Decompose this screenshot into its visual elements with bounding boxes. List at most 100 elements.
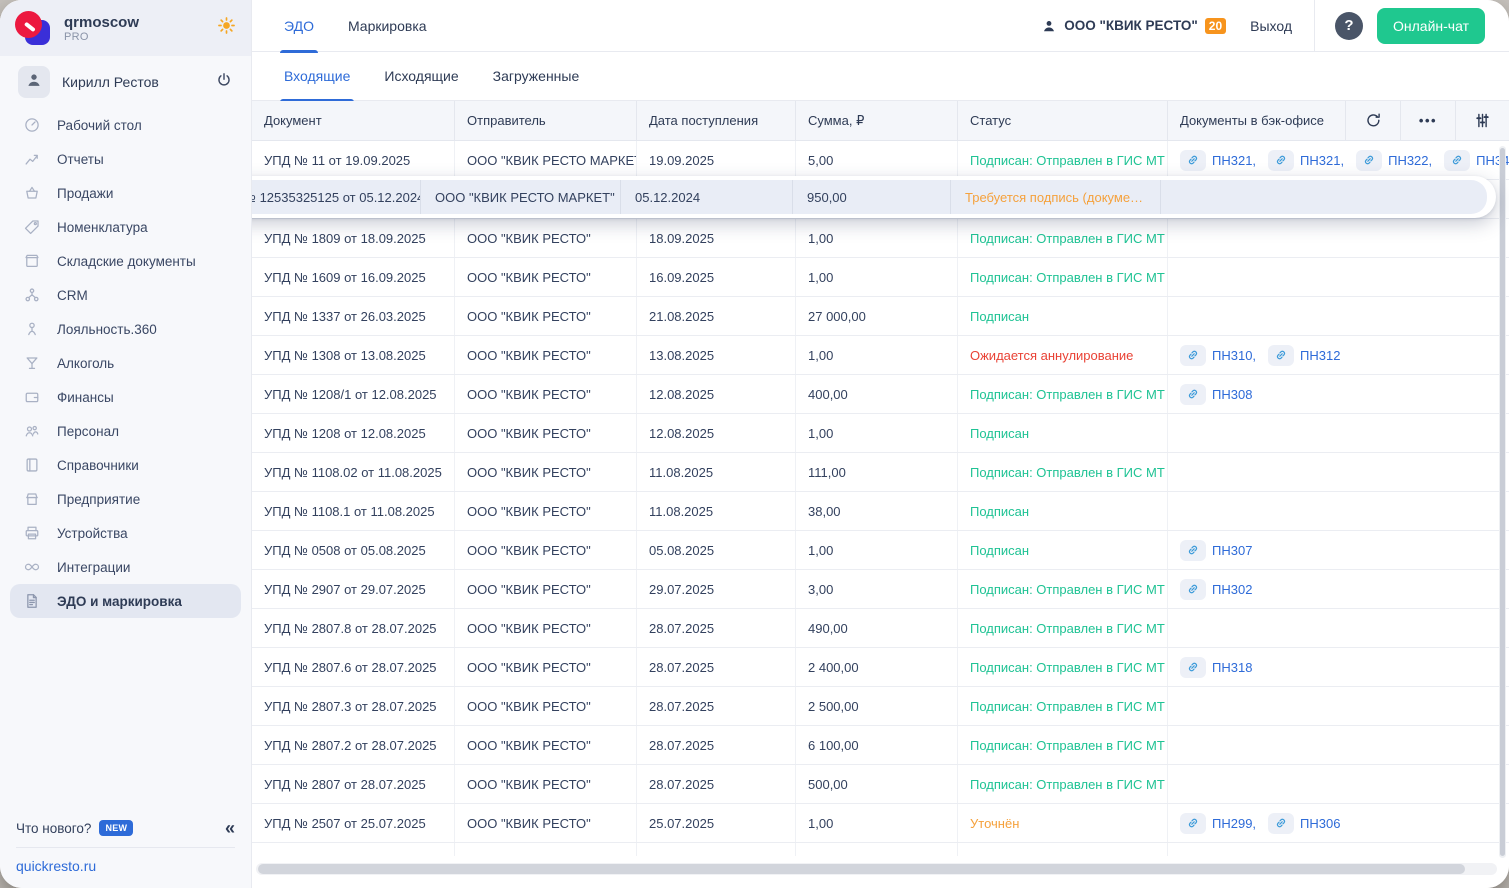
sidebar-item-edo[interactable]: ЭДО и маркировка [10,584,241,618]
tab-markirovka[interactable]: Маркировка [348,0,427,52]
table-row[interactable]: УПД № 1108.1 от 11.08.2025ООО "КВИК РЕСТ… [252,492,1509,531]
horizontal-scrollbar[interactable] [256,863,1497,875]
column-header: Отправитель [454,101,636,140]
table-row[interactable]: УПД № 11 от 19.09.2025ООО "КВИК РЕСТО МА… [252,141,1509,180]
subtab-label: Исходящие [384,68,458,84]
floating-row-card[interactable]: УПД № 12535325125 от 05.12.2024 ООО "КВИ… [252,176,1496,218]
cell-amount: 1,00 [795,219,957,257]
sidebar-item-label: Номенклатура [57,220,148,235]
table-row[interactable]: УПД № 2507 от 25.07.2025ООО "КВИК РЕСТО"… [252,804,1509,843]
table-row[interactable]: УПД № 2807.8 от 28.07.2025ООО "КВИК РЕСТ… [252,609,1509,648]
cell-amount: 5,00 [795,141,957,179]
table-row[interactable]: УПД № 2807.6 от 28.07.2025ООО "КВИК РЕСТ… [252,648,1509,687]
cell-date: 18.09.2025 [636,219,795,257]
cell-status: Подписан [957,297,1167,335]
cell-sender: ООО "КВИК РЕСТО" [454,648,636,686]
sidebar-item-loyalty[interactable]: Лояльность.360 [0,312,251,346]
cell-document: УПД № 2807.2 от 28.07.2025 [252,726,454,764]
vertical-scrollbar[interactable] [1499,146,1506,858]
refresh-button[interactable] [1345,101,1400,140]
table-row[interactable]: УПД № 2807.3 от 28.07.2025ООО "КВИК РЕСТ… [252,687,1509,726]
power-icon [215,71,233,94]
backoffice-doc-link[interactable]: ПН321, [1300,153,1344,168]
subtab-outgoing[interactable]: Исходящие [384,52,458,101]
cell-amount: 111,00 [795,453,957,491]
backoffice-doc-link[interactable]: ПН312 [1300,348,1340,363]
table-row[interactable]: УПД № 1308 от 13.08.2025ООО "КВИК РЕСТО"… [252,336,1509,375]
cell-document: УПД № 1108.02 от 11.08.2025 [252,453,454,491]
sidebar-item-crm[interactable]: CRM [0,278,251,312]
sidebar-item-enterprise[interactable]: Предприятие [0,482,251,516]
table-row[interactable]: УПД № 1208 от 12.08.2025ООО "КВИК РЕСТО"… [252,414,1509,453]
sidebar-item-staff[interactable]: Персонал [0,414,251,448]
sidebar-item-dashboard[interactable]: Рабочий стол [0,108,251,142]
collapse-sidebar-button[interactable]: « [225,818,235,839]
sidebar-item-directory[interactable]: Справочники [0,448,251,482]
table-settings-button[interactable] [1455,101,1509,140]
online-chat-button[interactable]: Онлайн-чат [1377,8,1485,44]
cell-status: Подписан: Отправлен в ГИС МТ [957,453,1167,491]
sidebar-item-alcohol[interactable]: Алкоголь [0,346,251,380]
sidebar-item-nomenclature[interactable]: Номенклатура [0,210,251,244]
sales-icon [22,183,42,203]
cell-document: УПД № 2807 от 28.07.2025 [252,765,454,803]
cell-amount: 500,00 [795,765,957,803]
sidebar-item-devices[interactable]: Устройства [0,516,251,550]
more-actions-button[interactable]: ••• [1400,101,1455,140]
table-row[interactable]: УПД № 2907 от 29.07.2025ООО "КВИК РЕСТО"… [252,570,1509,609]
table-row[interactable]: УПД № 1208/1 от 12.08.2025ООО "КВИК РЕСТ… [252,375,1509,414]
table-row[interactable]: УПД № 1809 от 18.09.2025ООО "КВИК РЕСТО"… [252,219,1509,258]
cell-date: 28.07.2025 [636,687,795,725]
sidebar-item-warehouse[interactable]: Складские документы [0,244,251,278]
site-link[interactable]: quickresto.ru [16,858,96,874]
link-icon [1268,813,1294,834]
company-selector[interactable]: ООО "КВИК РЕСТО" 20 [1041,18,1226,34]
horizontal-scrollbar-thumb[interactable] [258,864,1465,874]
main-area: ЭДО Маркировка ООО "КВИК РЕСТО" 20 Выход… [252,0,1509,888]
theme-toggle[interactable] [216,15,237,41]
sidebar-item-integrations[interactable]: Интеграции [0,550,251,584]
cell-backoffice-docs [1167,453,1509,491]
table-row[interactable]: УПД № 0508 от 05.08.2025ООО "КВИК РЕСТО"… [252,531,1509,570]
backoffice-doc-link[interactable]: ПН322, [1388,153,1432,168]
help-button[interactable]: ? [1335,12,1363,40]
subtab-uploaded[interactable]: Загруженные [493,52,580,101]
table-row[interactable]: УПД № 1609 от 16.09.2025ООО "КВИК РЕСТО"… [252,258,1509,297]
cell-date: 13.08.2025 [636,336,795,374]
backoffice-doc-link[interactable]: ПН306 [1300,816,1340,831]
table-row[interactable]: УПД № 1337 от 26.03.2025ООО "КВИК РЕСТО"… [252,297,1509,336]
backoffice-doc-link[interactable]: ПН321, [1212,153,1256,168]
vertical-scrollbar-thumb[interactable] [1500,148,1505,856]
logout-power-button[interactable] [215,71,233,94]
table-row[interactable]: УПД № 2807.2 от 28.07.2025ООО "КВИК РЕСТ… [252,726,1509,765]
sidebar-item-sales[interactable]: Продажи [0,176,251,210]
cell-backoffice-docs [1167,609,1509,647]
whats-new-link[interactable]: Что нового? [16,821,91,836]
user-row[interactable]: Кирилл Рестов [0,64,251,100]
subtab-incoming[interactable]: Входящие [284,52,350,101]
table-row[interactable]: УПД № 1108.02 от 11.08.2025ООО "КВИК РЕС… [252,453,1509,492]
tab-edo[interactable]: ЭДО [284,0,314,52]
cell-backoffice-docs: ПН321,ПН321,ПН322,ПН346, [1167,141,1509,179]
backoffice-doc-link[interactable]: ПН310, [1212,348,1256,363]
cell-date: 16.09.2025 [636,258,795,296]
logout-link[interactable]: Выход [1250,18,1292,34]
backoffice-doc-link[interactable]: ПН299, [1212,816,1256,831]
cell-backoffice-docs: ПН318 [1167,648,1509,686]
sidebar-item-reports[interactable]: Отчеты [0,142,251,176]
cell-backoffice-docs: ПН307 [1167,531,1509,569]
crm-icon [22,285,42,305]
backoffice-doc-link[interactable]: ПН307 [1212,543,1252,558]
cell-date: 11.08.2025 [636,492,795,530]
backoffice-doc-link[interactable]: ПН308 [1212,387,1252,402]
column-header: Документ [252,101,454,140]
company-name: ООО "КВИК РЕСТО" [1064,18,1198,33]
cell-status: Подписан [957,414,1167,452]
backoffice-doc-link[interactable]: ПН302 [1212,582,1252,597]
company-badge: 20 [1205,18,1226,34]
cell-document: УПД № 1609 от 16.09.2025 [252,258,454,296]
backoffice-doc-link[interactable]: ПН318 [1212,660,1252,675]
table-row[interactable]: УПД № 2807 от 28.07.2025ООО "КВИК РЕСТО"… [252,765,1509,804]
cell-sender: ООО "КВИК РЕСТО" [454,258,636,296]
sidebar-item-finance[interactable]: Финансы [0,380,251,414]
